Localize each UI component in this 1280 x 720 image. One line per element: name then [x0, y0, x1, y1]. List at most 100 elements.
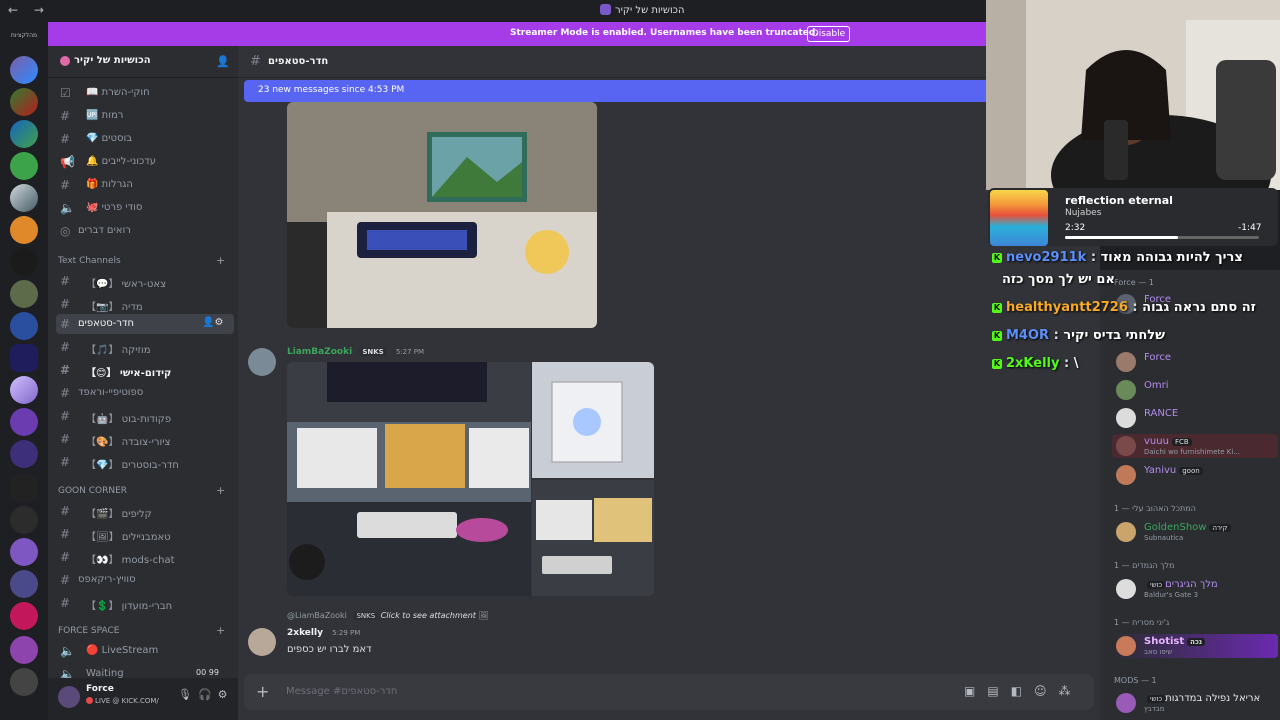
- server-avatar[interactable]: [10, 56, 38, 84]
- message-composer[interactable]: + Message #חדר-סטאפים ▣▤◧☺⁂: [244, 674, 1094, 710]
- channel-item-active[interactable]: # חדר-סטאפים 👤⚙: [56, 314, 234, 334]
- message-author[interactable]: LiamBaZooki: [287, 347, 352, 357]
- gift-icon[interactable]: ▣: [964, 684, 987, 698]
- channel-label: פקודות-בוט: [121, 414, 172, 425]
- sticker-icon[interactable]: ◧: [1011, 684, 1034, 698]
- disable-button[interactable]: Disable: [807, 26, 850, 42]
- server-folder[interactable]: [10, 636, 38, 664]
- chat-text: שלחתי בדיס יקיר: [1063, 328, 1166, 343]
- attachment-image[interactable]: [287, 102, 597, 328]
- add-channel-icon[interactable]: +: [216, 624, 225, 637]
- mic-icon[interactable]: 🎙: [178, 688, 198, 701]
- apps-icon[interactable]: ⁂: [1059, 684, 1083, 698]
- channel-item[interactable]: # 【💎】 חדר-בוסטרים: [56, 452, 234, 472]
- new-messages-bar[interactable]: 23 new messages since 4:53 PM: [244, 80, 986, 102]
- member-item[interactable]: RANCE: [1112, 406, 1278, 430]
- channel-item[interactable]: ◎ רואים דברים: [56, 221, 234, 241]
- message-author[interactable]: 2xkelly: [287, 628, 323, 638]
- channel-item[interactable]: # 【🖼】 טאמבניילים: [56, 524, 234, 544]
- channel-item[interactable]: ☑ 📖 חוקי-השרת: [56, 83, 234, 103]
- add-channel-icon[interactable]: +: [216, 484, 225, 497]
- category-goon-corner[interactable]: GOON CORNER +: [58, 484, 225, 497]
- server-avatar[interactable]: [10, 668, 38, 696]
- webcam-feed: [986, 0, 1280, 190]
- history-nav-icons[interactable]: ← →: [8, 3, 50, 17]
- voice-channel-item[interactable]: 🔈 🔴 LiveStream: [56, 641, 234, 661]
- channel-emoji: 【😊】: [86, 368, 117, 379]
- channel-item[interactable]: # 【📷】 מדיה: [56, 294, 234, 314]
- member-item[interactable]: Shotist נכה שיפו סאב: [1112, 634, 1278, 658]
- member-item[interactable]: vuuu FCB Daichi wo furnishimete Ki...: [1112, 434, 1278, 458]
- gif-icon[interactable]: ▤: [987, 684, 1010, 698]
- channel-item[interactable]: # 🎁 הגרלות: [56, 175, 234, 195]
- server-avatar[interactable]: [10, 152, 38, 180]
- channel-item[interactable]: # 【💲】 חברי-מועדון: [56, 593, 234, 613]
- attachment-image[interactable]: [532, 362, 654, 478]
- server-avatar[interactable]: [10, 312, 38, 340]
- server-folder[interactable]: [10, 440, 38, 468]
- channel-item[interactable]: # 【💬】 צאט-ראשי: [56, 271, 234, 291]
- server-icon: [600, 4, 611, 15]
- channel-item[interactable]: # 💎 בוסטים: [56, 129, 234, 149]
- member-item[interactable]: מלך הגיגריםכושי Baldur's Gate 3: [1112, 577, 1278, 601]
- category-text-channels[interactable]: Text Channels +: [58, 254, 225, 267]
- avatar[interactable]: [248, 348, 276, 376]
- server-folder[interactable]: [10, 474, 38, 502]
- invite-icon[interactable]: 👤: [216, 55, 230, 68]
- channel-item[interactable]: # 【🎬】 קליפים: [56, 501, 234, 521]
- server-avatar[interactable]: [10, 506, 38, 534]
- reply-reference[interactable]: @LiamBaZooki SNKS Click to see attachmen…: [287, 611, 489, 620]
- channel-item[interactable]: # 【🎵】 מוזיקה: [56, 337, 234, 357]
- server-header[interactable]: הכושיות של יקיר 👤: [48, 46, 238, 78]
- attachment-image[interactable]: [287, 362, 531, 596]
- channel-item[interactable]: # ספוטיפיי-וראפד: [56, 383, 234, 403]
- headphones-icon[interactable]: 🎧: [198, 688, 218, 701]
- settings-icon[interactable]: 👤⚙: [202, 317, 223, 328]
- member-group-header: מלך הגמדים — 1: [1114, 561, 1175, 570]
- server-folder[interactable]: [10, 408, 38, 436]
- member-group-header: MODS — 1: [1114, 676, 1157, 685]
- add-channel-icon[interactable]: +: [216, 254, 225, 267]
- channel-label: קליפים: [121, 509, 152, 520]
- attachment-image[interactable]: [532, 480, 654, 596]
- channel-item[interactable]: # 【🎨】 ציורי-צובדה: [56, 429, 234, 449]
- premiere-app-icon[interactable]: [10, 344, 38, 372]
- channel-item[interactable]: # 【🤖】 פקודות-בוט: [56, 406, 234, 426]
- avatar[interactable]: [58, 686, 80, 708]
- member-item[interactable]: GoldenShow קירה Subnautica: [1112, 520, 1278, 544]
- server-folder[interactable]: [10, 570, 38, 598]
- member-item[interactable]: Force: [1112, 350, 1278, 374]
- server-avatar[interactable]: [10, 376, 38, 404]
- server-avatar[interactable]: [10, 280, 38, 308]
- server-folder[interactable]: [10, 602, 38, 630]
- live-dot-icon: [86, 697, 93, 704]
- gear-icon[interactable]: ⚙: [218, 688, 234, 701]
- member-item[interactable]: Yanivu goon: [1112, 463, 1278, 487]
- server-avatar[interactable]: [10, 248, 38, 276]
- hash-icon: #: [60, 573, 71, 587]
- add-attachment-icon[interactable]: +: [256, 682, 269, 701]
- channel-item[interactable]: 🔈 🐙 סודי פרטי: [56, 198, 234, 218]
- server-avatar[interactable]: [10, 216, 38, 244]
- channel-emoji: 【🎨】: [86, 437, 119, 448]
- server-avatar[interactable]: [10, 120, 38, 148]
- member-item[interactable]: Omri: [1112, 378, 1278, 402]
- category-force-space[interactable]: FORCE SPACE +: [58, 624, 225, 637]
- emoji-icon[interactable]: ☺: [1034, 684, 1059, 698]
- channel-item[interactable]: # סוויץ-ריקאפס: [56, 570, 234, 590]
- pc-case-photo: [532, 362, 654, 478]
- server-avatar[interactable]: [10, 184, 38, 212]
- channel-item[interactable]: # 【👀】 mods-chat: [56, 547, 234, 567]
- hash-icon: #: [60, 132, 71, 146]
- server-avatar[interactable]: [10, 538, 38, 566]
- voice-icon: 🔈: [60, 644, 75, 658]
- channel-item-unread[interactable]: # 【😊】 קידום-אישי: [56, 360, 234, 380]
- channel-item[interactable]: # 🆙 רמות: [56, 106, 234, 126]
- server-avatar[interactable]: [10, 88, 38, 116]
- song-title: reflection eternal: [1065, 194, 1173, 207]
- member-item[interactable]: אריאל נפילה במדרגותכושי מבדבץ: [1112, 691, 1278, 715]
- member-activity: Baldur's Gate 3: [1144, 591, 1199, 599]
- avatar[interactable]: [248, 628, 276, 656]
- composer-placeholder: Message #חדר-סטאפים: [286, 686, 398, 697]
- channel-item[interactable]: 📢 🔔 עדכוני-לייבים: [56, 152, 234, 172]
